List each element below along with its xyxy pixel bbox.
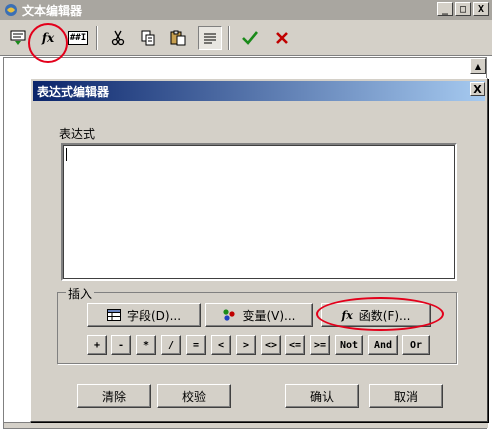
ok-button[interactable]: 确认 [285, 384, 359, 408]
cut-icon [111, 30, 125, 46]
text-caret [66, 148, 67, 161]
cut-button[interactable] [106, 26, 130, 50]
maximize-button[interactable]: □ [455, 2, 471, 16]
insert-field-dialog-button[interactable]: 字段(D)... [87, 303, 201, 327]
annotation-circle-fx [28, 23, 68, 63]
apply-button[interactable] [238, 26, 262, 50]
app-icon [5, 4, 17, 16]
op-or-button[interactable]: Or [402, 335, 430, 355]
align-button[interactable] [198, 26, 222, 50]
expression-label: 表达式 [59, 127, 96, 141]
outer-window-title: 文本编辑器 [22, 3, 83, 18]
scroll-up-button[interactable]: ▲ [470, 58, 486, 74]
op-less-equal-button[interactable]: <= [285, 335, 305, 355]
table-icon [106, 309, 121, 321]
op-equals-button[interactable]: = [186, 335, 206, 355]
insert-variable-button[interactable]: 变量(V)... [205, 303, 313, 327]
discard-button[interactable] [270, 26, 294, 50]
op-greater-equal-button[interactable]: >= [310, 335, 330, 355]
toolbar: fx ##I [0, 20, 492, 56]
expression-input[interactable] [61, 143, 457, 281]
annotation-ellipse-function [316, 297, 444, 331]
op-not-equal-button[interactable]: <> [261, 335, 281, 355]
expression-editor-dialog: 表达式编辑器 X 表达式 插入 字段(D)... 变量(V)... fx 函数(… [30, 78, 488, 422]
variable-icon [222, 308, 236, 322]
op-divide-button[interactable]: / [161, 335, 181, 355]
paste-icon [170, 30, 186, 46]
verify-button[interactable]: 校验 [157, 384, 231, 408]
op-plus-button[interactable]: + [87, 335, 107, 355]
copy-icon [141, 30, 155, 46]
op-greater-than-button[interactable]: > [236, 335, 256, 355]
checkmark-icon [242, 31, 259, 45]
insert-group-label: 插入 [66, 285, 95, 302]
paste-button[interactable] [166, 26, 190, 50]
status-strip [4, 422, 488, 428]
op-less-than-button[interactable]: < [211, 335, 231, 355]
dialog-close-button[interactable]: X [470, 82, 485, 96]
clear-button[interactable]: 清除 [77, 384, 151, 408]
minimize-button[interactable]: _ [437, 2, 453, 16]
x-icon [276, 32, 288, 44]
op-and-button[interactable]: And [368, 335, 398, 355]
insert-field-button[interactable] [6, 26, 30, 50]
variable-button-label: 变量(V)... [242, 308, 296, 323]
format-button[interactable]: ##I [66, 26, 90, 50]
cancel-button[interactable]: 取消 [369, 384, 443, 408]
op-not-button[interactable]: Not [335, 335, 363, 355]
dialog-title-bar: 表达式编辑器 [33, 81, 485, 101]
format-icon: ##I [67, 31, 89, 45]
dialog-title: 表达式编辑器 [37, 84, 110, 99]
op-minus-button[interactable]: - [111, 335, 131, 355]
copy-button[interactable] [136, 26, 160, 50]
align-icon [204, 33, 216, 44]
insert-field-icon [10, 30, 26, 45]
close-button[interactable]: X [473, 2, 489, 16]
field-button-label: 字段(D)... [126, 308, 182, 323]
outer-title-bar: 文本编辑器 _ □ X [0, 0, 492, 20]
op-multiply-button[interactable]: * [136, 335, 156, 355]
